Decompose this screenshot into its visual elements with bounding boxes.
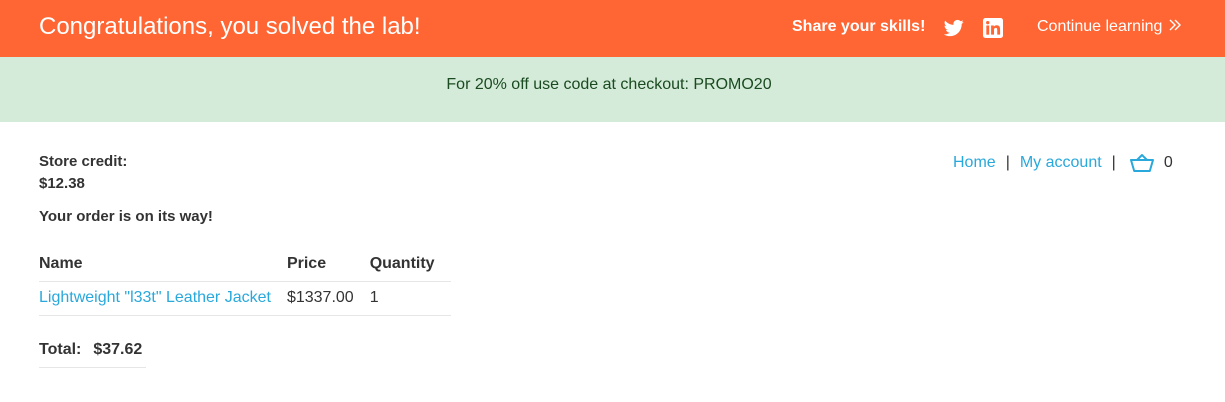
store-credit-value: $12.38 bbox=[39, 175, 85, 192]
share-skills-label: Share your skills! bbox=[792, 18, 926, 35]
promo-banner: For 20% off use code at checkout: PROMO2… bbox=[0, 57, 1225, 122]
order-table: Name Price Quantity Lightweight "l33t" L… bbox=[39, 248, 451, 316]
total-value: $37.62 bbox=[93, 341, 143, 358]
linkedin-icon[interactable] bbox=[983, 18, 1003, 38]
store-credit-label: Store credit: bbox=[39, 153, 128, 170]
cart-count: 0 bbox=[1163, 154, 1173, 171]
item-quantity-cell: 1 bbox=[369, 281, 451, 316]
double-chevron-right-icon bbox=[1169, 18, 1181, 36]
lab-solved-banner: Congratulations, you solved the lab! Sha… bbox=[0, 0, 1225, 57]
product-link[interactable]: Lightweight "l33t" Leather Jacket bbox=[39, 289, 271, 306]
continue-learning-label: Continue learning bbox=[1037, 18, 1163, 36]
promo-text: For 20% off use code at checkout: PROMO2… bbox=[446, 76, 772, 93]
home-link[interactable]: Home bbox=[953, 154, 996, 172]
nav-separator: | bbox=[1111, 154, 1116, 171]
item-name-cell: Lightweight "l33t" Leather Jacket bbox=[39, 281, 287, 316]
table-row: Lightweight "l33t" Leather Jacket $1337.… bbox=[39, 281, 451, 316]
cart-icon[interactable] bbox=[1129, 153, 1154, 173]
column-header-price: Price bbox=[286, 248, 370, 282]
top-nav: Home | My account | 0 bbox=[953, 153, 1173, 173]
nav-separator: | bbox=[1005, 154, 1010, 171]
order-total: Total: $37.62 bbox=[39, 341, 146, 368]
column-header-quantity: Quantity bbox=[369, 248, 451, 282]
table-header-row: Name Price Quantity bbox=[39, 248, 451, 282]
column-header-name: Name bbox=[39, 248, 287, 282]
banner-title: Congratulations, you solved the lab! bbox=[39, 13, 421, 40]
my-account-link[interactable]: My account bbox=[1020, 154, 1102, 172]
continue-learning-link[interactable]: Continue learning bbox=[1037, 18, 1181, 36]
item-price-cell: $1337.00 bbox=[286, 281, 370, 316]
twitter-icon[interactable] bbox=[943, 18, 964, 38]
total-label: Total: bbox=[39, 341, 82, 358]
order-status-message: Your order is on its way! bbox=[39, 208, 213, 225]
